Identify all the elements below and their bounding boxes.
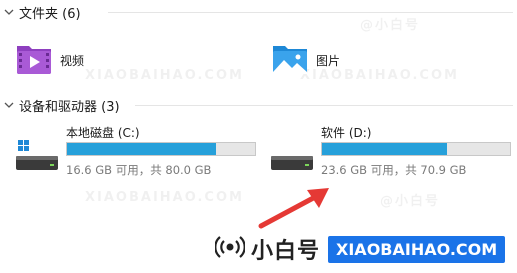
folder-item-videos[interactable]: 视频 xyxy=(14,38,84,82)
drive-label: 本地磁盘 (C:) xyxy=(66,126,140,140)
windows-drive-icon xyxy=(16,140,60,180)
chevron-down-icon[interactable] xyxy=(2,5,16,19)
drive-icon xyxy=(271,140,315,180)
drives-section-header[interactable]: 设备和驱动器 (3) xyxy=(0,95,517,115)
watermark-text: @小白号 xyxy=(380,194,441,209)
section-divider xyxy=(135,105,513,106)
section-label: 设备和驱动器 (3) xyxy=(19,99,120,115)
drive-item-c[interactable]: 本地磁盘 (C:) 16.6 GB 可用，共 80.0 GB xyxy=(16,124,256,177)
section-divider xyxy=(108,12,513,13)
drive-stats: 16.6 GB 可用，共 80.0 GB xyxy=(66,163,212,177)
drive-usage-bar xyxy=(321,142,511,156)
brand-name: 小白号 xyxy=(251,239,321,264)
annotation-arrow-icon xyxy=(258,188,329,229)
video-folder-icon xyxy=(14,38,54,82)
pictures-folder-icon xyxy=(270,38,310,82)
folder-label: 图片 xyxy=(316,53,341,68)
watermark-text: XIAOBAIHAO.COM xyxy=(85,190,244,205)
brand-watermark: 小白号 XIAOBAIHAO.COM xyxy=(214,232,506,266)
folder-label: 视频 xyxy=(60,53,85,68)
section-label: 文件夹 (6) xyxy=(19,6,81,22)
drive-usage-fill xyxy=(322,143,448,155)
folder-item-pictures[interactable]: 图片 xyxy=(270,38,340,82)
brand-site: XIAOBAIHAO.COM xyxy=(328,235,506,263)
watermark-text: XIAOBAIHAO.COM xyxy=(85,68,244,83)
drive-label: 软件 (D:) xyxy=(321,126,372,140)
broadcast-icon xyxy=(214,235,246,263)
drive-usage-fill xyxy=(67,143,216,155)
chevron-down-icon[interactable] xyxy=(2,98,16,112)
drive-item-d[interactable]: 软件 (D:) 23.6 GB 可用，共 70.9 GB xyxy=(271,124,511,177)
drive-usage-bar xyxy=(66,142,256,156)
folders-section-header[interactable]: 文件夹 (6) xyxy=(0,2,517,22)
drive-stats: 23.6 GB 可用，共 70.9 GB xyxy=(321,163,467,177)
